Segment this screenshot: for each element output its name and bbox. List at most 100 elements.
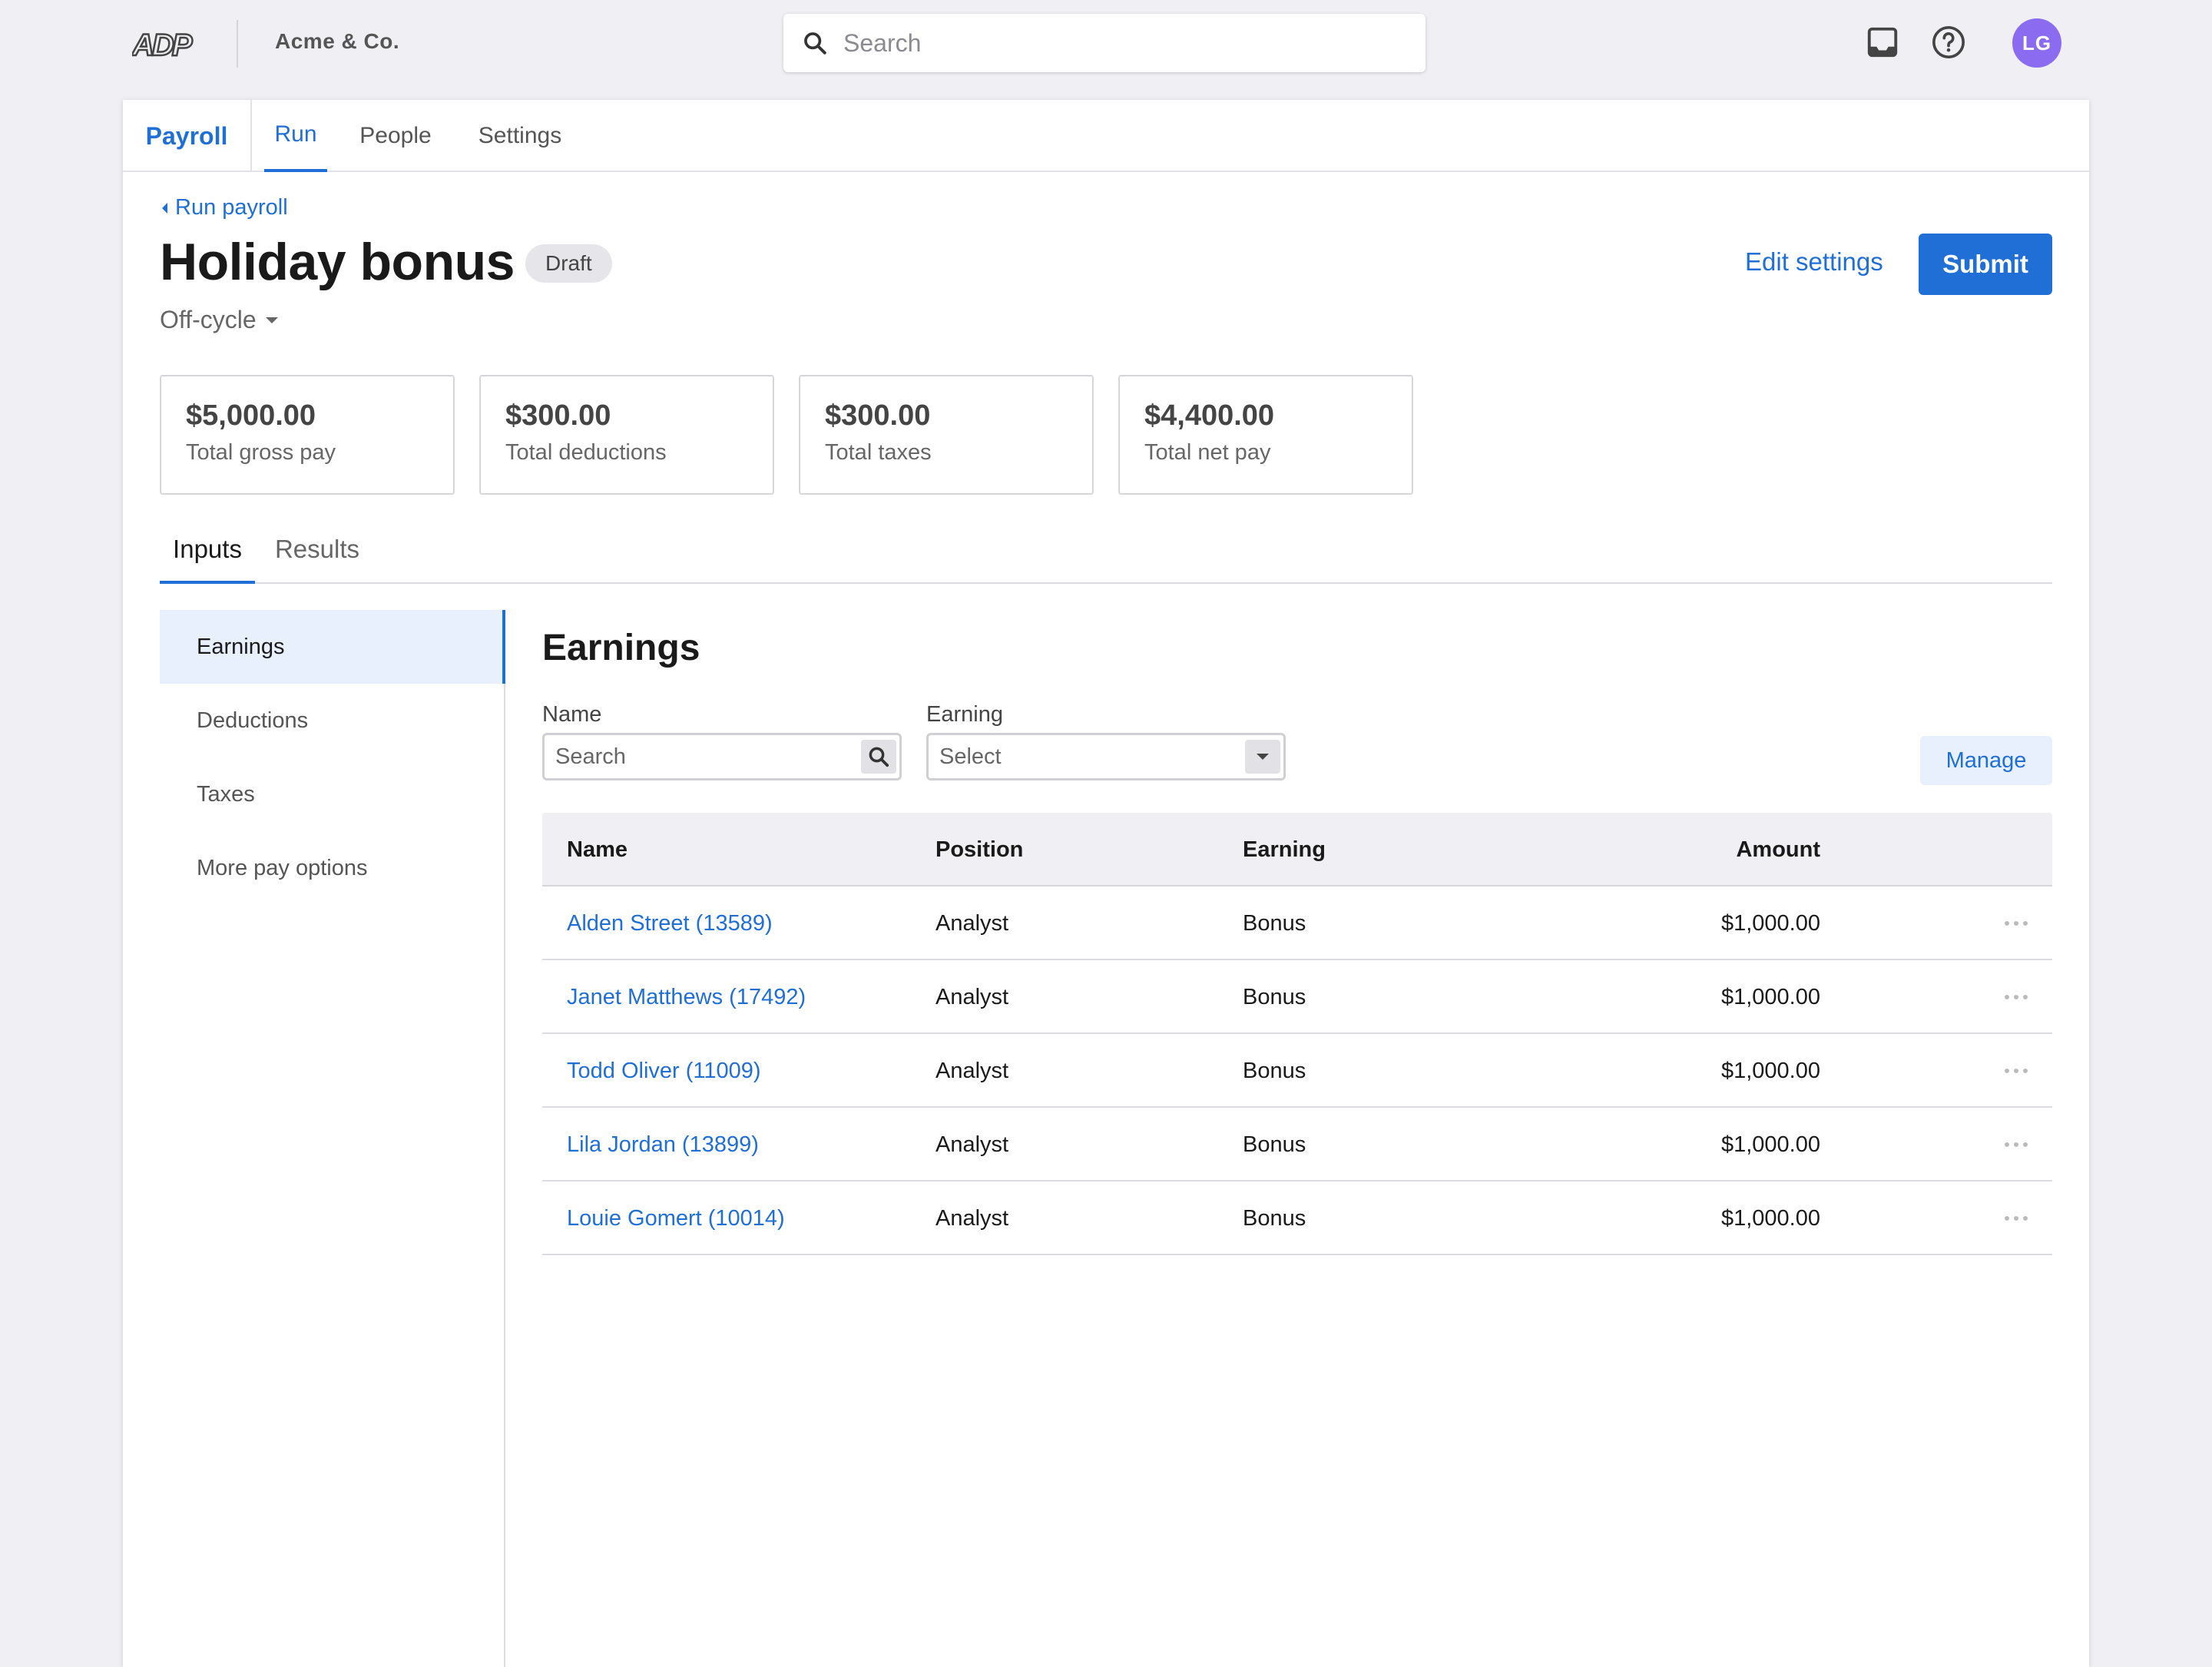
submit-button[interactable]: Submit	[1919, 234, 2052, 295]
row-actions[interactable]	[2003, 887, 2029, 960]
column-header-name[interactable]: Name	[567, 813, 628, 887]
more-icon	[2005, 995, 2028, 999]
more-icon	[2005, 1216, 2028, 1221]
svg-text:ADP: ADP	[132, 28, 193, 60]
status-badge: Draft	[525, 244, 612, 283]
chevron-left-icon	[162, 202, 167, 214]
company-name: Acme & Co.	[275, 29, 400, 53]
earning-select-value: Select	[939, 744, 1002, 769]
app-name[interactable]: Payroll	[123, 100, 252, 172]
row-actions[interactable]	[2003, 1108, 2029, 1181]
row-actions[interactable]	[2003, 1181, 2029, 1255]
employee-link[interactable]: Lila Jordan (13899)	[567, 1108, 759, 1181]
stat-label: Total net pay	[1144, 440, 1271, 465]
caret-down-icon	[1257, 754, 1269, 760]
row-position: Analyst	[935, 910, 1009, 936]
adp-logo[interactable]: ADP	[132, 26, 201, 60]
employee-link[interactable]: Louie Gomert (10014)	[567, 1181, 785, 1255]
back-link[interactable]: Run payroll	[160, 195, 288, 220]
sidenav-item-earnings[interactable]: Earnings	[160, 610, 505, 684]
earning-select[interactable]: Select	[926, 733, 1286, 780]
inner-tabs: Inputs Results	[160, 530, 2052, 584]
row-amount: $1,000.00	[1720, 984, 1820, 1009]
more-icon	[2005, 921, 2028, 926]
row-amount: $1,000.00	[1720, 1058, 1820, 1083]
tab-run[interactable]: Run	[264, 100, 327, 172]
sidenav-item-deductions[interactable]: Deductions	[160, 684, 504, 757]
tab-settings[interactable]: Settings	[472, 100, 568, 172]
column-header-amount[interactable]: Amount	[1736, 813, 1820, 887]
name-filter-label: Name	[542, 702, 602, 727]
row-position: Analyst	[935, 1058, 1009, 1083]
stat-label: Total gross pay	[186, 440, 336, 465]
name-search-input[interactable]	[555, 744, 847, 770]
earnings-table: Name Position Earning Amount Alden Stree…	[542, 813, 2052, 1255]
table-row: Alden Street (13589) Analyst Bonus $1,00…	[542, 887, 2052, 960]
caret-down-icon	[265, 316, 278, 323]
tab-people[interactable]: People	[353, 100, 438, 172]
payroll-card: Payroll Run People Settings Run payroll …	[123, 100, 2089, 1667]
stat-value: $4,400.00	[1144, 399, 1275, 432]
row-earning: Bonus	[1243, 1205, 1306, 1231]
employee-link[interactable]: Todd Oliver (11009)	[567, 1034, 761, 1108]
earning-filter-label: Earning	[926, 702, 1003, 727]
inbox-icon[interactable]	[1865, 25, 1900, 60]
row-amount: $1,000.00	[1720, 1132, 1820, 1157]
cycle-dropdown[interactable]: Off-cycle	[160, 306, 280, 334]
manage-button[interactable]: Manage	[1920, 736, 2052, 785]
sidenav-item-taxes[interactable]: Taxes	[160, 757, 504, 831]
row-earning: Bonus	[1243, 910, 1306, 936]
table-row: Todd Oliver (11009) Analyst Bonus $1,000…	[542, 1034, 2052, 1108]
edit-settings-link[interactable]: Edit settings	[1745, 247, 1883, 277]
back-link-label: Run payroll	[175, 195, 288, 220]
row-position: Analyst	[935, 1132, 1009, 1157]
stat-card-gross: $5,000.00 Total gross pay	[160, 375, 455, 495]
stat-value: $300.00	[825, 399, 931, 432]
tab-results[interactable]: Results	[267, 530, 367, 584]
table-row: Janet Matthews (17492) Analyst Bonus $1,…	[542, 960, 2052, 1034]
row-position: Analyst	[935, 984, 1009, 1009]
stat-value: $5,000.00	[186, 399, 316, 432]
stat-card-deductions: $300.00 Total deductions	[479, 375, 774, 495]
app-navbar: Payroll Run People Settings	[123, 100, 2089, 172]
name-search[interactable]	[542, 733, 902, 780]
earning-select-toggle[interactable]	[1245, 740, 1280, 774]
row-amount: $1,000.00	[1720, 910, 1820, 936]
header-divider	[237, 20, 238, 68]
row-earning: Bonus	[1243, 1058, 1306, 1083]
cycle-label: Off-cycle	[160, 306, 257, 333]
employee-link[interactable]: Alden Street (13589)	[567, 887, 773, 960]
row-actions[interactable]	[2003, 960, 2029, 1034]
section-sidenav: Earnings Deductions Taxes More pay optio…	[160, 610, 505, 1667]
page-title: Holiday bonus	[160, 233, 515, 291]
top-bar: ADP Acme & Co. LG	[0, 0, 2212, 95]
table-row: Lila Jordan (13899) Analyst Bonus $1,000…	[542, 1108, 2052, 1181]
stat-card-net: $4,400.00 Total net pay	[1118, 375, 1413, 495]
table-header: Name Position Earning Amount	[542, 813, 2052, 887]
more-icon	[2005, 1069, 2028, 1073]
row-earning: Bonus	[1243, 984, 1306, 1009]
row-actions[interactable]	[2003, 1034, 2029, 1108]
tab-inputs[interactable]: Inputs	[160, 530, 255, 584]
section-title: Earnings	[542, 628, 700, 668]
row-earning: Bonus	[1243, 1132, 1306, 1157]
column-header-earning[interactable]: Earning	[1243, 813, 1326, 887]
global-search-input[interactable]	[843, 28, 1381, 58]
global-search[interactable]	[783, 14, 1426, 72]
stat-card-taxes: $300.00 Total taxes	[799, 375, 1094, 495]
more-icon	[2005, 1142, 2028, 1147]
help-icon[interactable]	[1931, 25, 1966, 60]
search-icon	[869, 747, 889, 767]
name-search-button[interactable]	[861, 740, 896, 774]
sidenav-item-more-pay-options[interactable]: More pay options	[160, 831, 504, 905]
search-icon	[804, 32, 826, 55]
avatar[interactable]: LG	[2012, 18, 2061, 68]
row-position: Analyst	[935, 1205, 1009, 1231]
row-amount: $1,000.00	[1720, 1205, 1820, 1231]
table-row: Louie Gomert (10014) Analyst Bonus $1,00…	[542, 1181, 2052, 1255]
stat-value: $300.00	[505, 399, 611, 432]
column-header-position[interactable]: Position	[935, 813, 1023, 887]
stat-label: Total deductions	[505, 440, 667, 465]
stat-label: Total taxes	[825, 440, 932, 465]
employee-link[interactable]: Janet Matthews (17492)	[567, 960, 806, 1034]
